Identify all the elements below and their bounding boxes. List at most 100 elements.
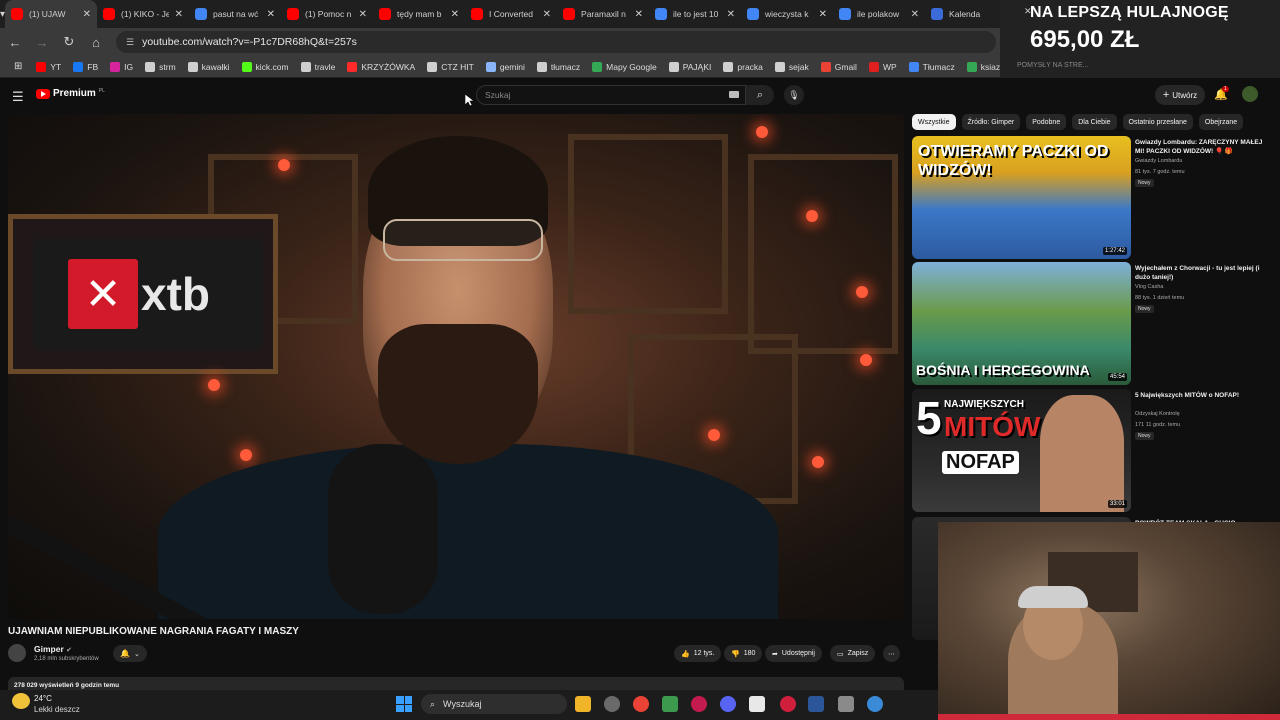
browser-tab[interactable]: ile polakow ✕ <box>833 0 925 28</box>
tab-close-icon[interactable]: ✕ <box>359 9 367 20</box>
video-title[interactable]: 5 Największych MITÓW o NOFAP! <box>1135 391 1265 400</box>
vpn-shield-icon[interactable] <box>662 696 678 712</box>
ad-close-icon[interactable]: ✕ <box>1024 6 1032 17</box>
search-input[interactable]: Szukaj <box>476 85 746 105</box>
create-button[interactable]: + Utwórz <box>1155 85 1205 105</box>
filter-chip[interactable]: Źródło: Gimper <box>961 114 1021 130</box>
bookmark-item[interactable]: Mapy Google <box>592 61 657 72</box>
youtube-logo[interactable]: Premium PL <box>36 88 105 99</box>
app-icon[interactable] <box>604 696 620 712</box>
search-button[interactable]: ⌕ <box>746 85 774 105</box>
video-channel[interactable]: Odzyskaj Kontrolę <box>1135 411 1180 417</box>
bookmark-item[interactable]: Gmail <box>820 61 857 72</box>
recommended-video[interactable]: BOŚNIA I HERCEGOWINA 45:54 Wyjechałem z C… <box>912 262 1272 386</box>
bookmark-item[interactable]: IG <box>110 61 133 72</box>
channel-avatar[interactable] <box>8 644 26 662</box>
weather-temperature[interactable]: 24°C <box>34 694 52 703</box>
bookmark-item[interactable]: travle <box>300 61 335 72</box>
site-info-icon[interactable]: ☰ <box>126 37 134 48</box>
active-window-icon[interactable] <box>749 696 765 712</box>
browser-tab[interactable]: (1) Pomoc n ✕ <box>281 0 373 28</box>
browser-tab[interactable]: (1) UJAW ✕ <box>5 0 98 28</box>
ad-banner[interactable]: NA LEPSZĄ HULAJNOGĘ 695,00 ZŁ POMYSŁY NA… <box>1000 0 1280 78</box>
taskbar-search[interactable]: ⌕ Wyszukaj <box>421 694 567 714</box>
file-explorer-icon[interactable] <box>575 696 591 712</box>
video-thumbnail[interactable]: OTWIERAMY PACZKI OD WIDZÓW! 1:27:42 <box>912 136 1131 259</box>
bookmark-item[interactable]: sejak <box>774 61 809 72</box>
channel-name[interactable]: Gimper ✔ <box>34 644 72 654</box>
browser-tab[interactable]: pasut na wć ✕ <box>189 0 281 28</box>
address-bar[interactable]: ☰ youtube.com/watch?v=-P1c7DR68hQ&t=257s <box>116 31 996 53</box>
bookmark-icon <box>427 61 438 72</box>
subscription-bell-button[interactable]: 🔔 ⌄ <box>113 645 147 662</box>
bookmark-item[interactable]: YT <box>36 61 61 72</box>
tab-close-icon[interactable]: ✕ <box>175 9 183 20</box>
video-channel[interactable]: Gwiazdy Lombardu <box>1135 158 1182 164</box>
bookmark-item[interactable]: CTZ HIT <box>427 61 474 72</box>
filter-chip[interactable]: Obejrzane <box>1198 114 1244 130</box>
bookmark-item[interactable]: tłumacz <box>536 61 580 72</box>
bookmark-item[interactable]: PAJĄKI <box>668 61 711 72</box>
bookmark-item[interactable]: KRZYŻÓWKA <box>347 61 415 72</box>
dislike-button[interactable]: 👎 180 <box>724 645 763 662</box>
calculator-icon[interactable] <box>838 696 854 712</box>
tab-close-icon[interactable]: ✕ <box>727 9 735 20</box>
bookmark-item[interactable]: kick.com <box>241 61 289 72</box>
chrome-icon[interactable] <box>633 696 649 712</box>
microphone-icon: 🎙 <box>788 89 800 100</box>
bookmark-item[interactable]: gemini <box>485 61 525 72</box>
tab-close-icon[interactable]: ✕ <box>911 9 919 20</box>
bookmark-item[interactable]: WP <box>868 61 897 72</box>
filter-chip[interactable]: Dla Ciebie <box>1072 114 1117 130</box>
opera-icon[interactable] <box>691 696 707 712</box>
globe-icon[interactable] <box>867 696 883 712</box>
video-thumbnail[interactable]: BOŚNIA I HERCEGOWINA 45:54 <box>912 262 1131 385</box>
browser-tab[interactable]: (1) KIKO - Je ✕ <box>97 0 189 28</box>
bookmark-item[interactable]: Tłumacz <box>908 61 955 72</box>
home-icon[interactable]: ⌂ <box>84 30 108 54</box>
tab-close-icon[interactable]: ✕ <box>267 9 275 20</box>
tab-close-icon[interactable]: ✕ <box>819 9 827 20</box>
tab-close-icon[interactable]: ✕ <box>543 9 551 20</box>
video-channel[interactable]: Vlog Casha <box>1135 284 1163 290</box>
filter-chip[interactable]: Ostatnio przesłane <box>1122 114 1193 130</box>
browser-tab[interactable]: wieczysta k ✕ <box>741 0 833 28</box>
tab-close-icon[interactable]: ✕ <box>635 9 643 20</box>
apps-grid-icon[interactable]: ⊞ <box>14 61 22 72</box>
recommended-video[interactable]: OTWIERAMY PACZKI OD WIDZÓW! 1:27:42 Gwiaz… <box>912 136 1272 260</box>
video-thumbnail[interactable]: 5 NAJWIĘKSZYCH MITÓW NOFAP 33:01 <box>912 389 1131 512</box>
menu-icon[interactable]: ☰ <box>12 89 24 105</box>
browser-tab[interactable]: tędy mam b ✕ <box>373 0 465 28</box>
like-button[interactable]: 👍 12 tys. <box>674 645 722 662</box>
more-actions-button[interactable]: ⋯ <box>883 645 900 662</box>
filter-chip[interactable]: Podobne <box>1026 114 1067 130</box>
share-button[interactable]: ➦ Udostępnij <box>765 645 822 662</box>
keyboard-icon[interactable] <box>729 91 739 98</box>
back-icon[interactable]: ← <box>3 30 27 54</box>
browser-tab[interactable]: ile to jest 10 ✕ <box>649 0 741 28</box>
filter-chip[interactable]: Wszystkie <box>912 114 956 130</box>
reload-icon[interactable]: ↻ <box>57 30 81 54</box>
recommended-video[interactable]: 5 NAJWIĘKSZYCH MITÓW NOFAP 33:01 5 Najwi… <box>912 389 1272 513</box>
video-title[interactable]: Wyjechałem z Chorwacji - tu jest lepiej … <box>1135 264 1265 282</box>
voice-search-button[interactable]: 🎙 <box>784 85 804 105</box>
record-icon[interactable] <box>780 696 796 712</box>
browser-tab[interactable]: I Converted ✕ <box>465 0 557 28</box>
video-player[interactable]: ✕ xtb <box>8 114 904 619</box>
forward-icon[interactable]: → <box>30 30 54 54</box>
bookmark-item[interactable]: FB <box>73 61 98 72</box>
weather-description[interactable]: Lekki deszcz <box>34 705 80 714</box>
bookmark-item[interactable]: kawałki <box>187 61 230 72</box>
video-title[interactable]: Gwiazdy Lombardu: ZARĘCZYNY MAŁEJ MI! PA… <box>1135 138 1265 156</box>
avatar[interactable] <box>1242 86 1258 102</box>
tab-close-icon[interactable]: ✕ <box>83 9 91 20</box>
weather-icon[interactable] <box>12 693 30 709</box>
discord-icon[interactable] <box>720 696 736 712</box>
browser-tab[interactable]: Paramaxil n ✕ <box>557 0 649 28</box>
bookmark-item[interactable]: strm <box>145 61 176 72</box>
save-button[interactable]: ▭ Zapisz <box>830 645 876 662</box>
tab-close-icon[interactable]: ✕ <box>451 9 459 20</box>
windows-start-icon[interactable] <box>396 696 412 712</box>
word-icon[interactable] <box>808 696 824 712</box>
bookmark-item[interactable]: pracka <box>723 61 763 72</box>
